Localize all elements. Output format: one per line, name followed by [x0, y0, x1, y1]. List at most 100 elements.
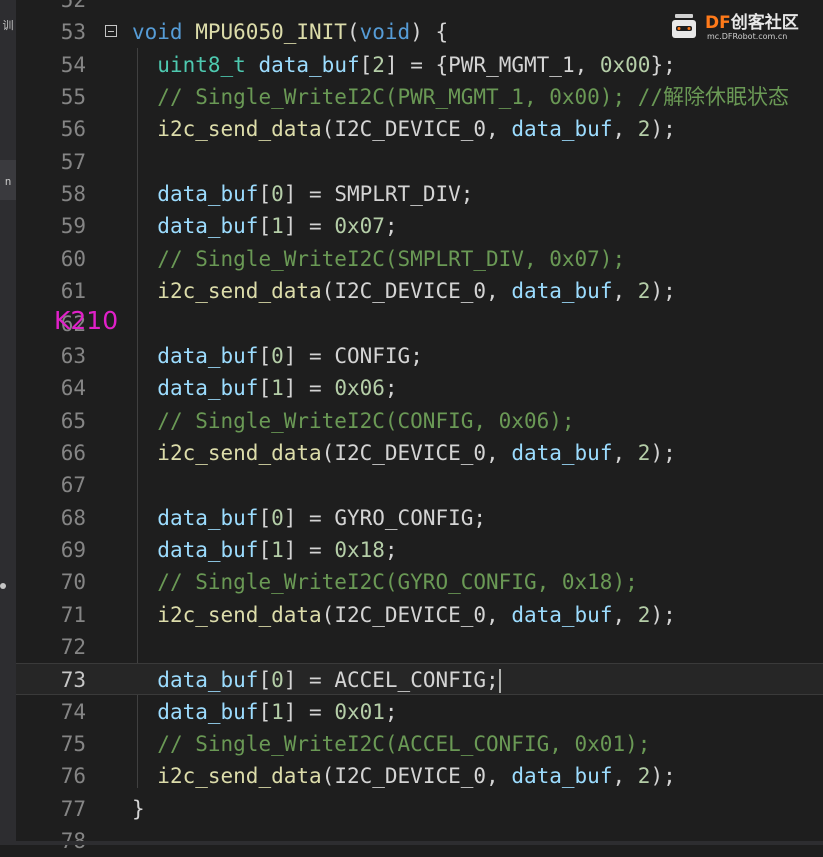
line-number: 77	[60, 796, 86, 821]
code-line[interactable]: 74 data_buf[1] = 0x01;	[16, 696, 823, 728]
code-line[interactable]: 67	[16, 469, 823, 501]
code-text: // Single_WriteI2C(GYRO_CONFIG, 0x18);	[132, 566, 638, 598]
code-line[interactable]: 75 // Single_WriteI2C(ACCEL_CONFIG, 0x01…	[16, 728, 823, 760]
code-line[interactable]: 66 i2c_send_data(I2C_DEVICE_0, data_buf,…	[16, 437, 823, 469]
code-text: // Single_WriteI2C(CONFIG, 0x06);	[132, 405, 574, 437]
code-line[interactable]: 71 i2c_send_data(I2C_DEVICE_0, data_buf,…	[16, 599, 823, 631]
code-line[interactable]: 58 data_buf[0] = SMPLRT_DIV;	[16, 178, 823, 210]
code-token: 0	[271, 343, 284, 368]
code-token: // Single_WriteI2C(SMPLRT_DIV, 0x07);	[157, 246, 626, 271]
code-text: void MPU6050_INIT(void) {	[132, 16, 448, 48]
code-token: data_buf	[511, 602, 613, 627]
code-line[interactable]: 65 // Single_WriteI2C(CONFIG, 0x06);	[16, 405, 823, 437]
code-line[interactable]: 61 i2c_send_data(I2C_DEVICE_0, data_buf,…	[16, 275, 823, 307]
code-token: data_buf	[157, 699, 259, 724]
line-number: 65	[60, 408, 86, 433]
code-line[interactable]: 54 uint8_t data_buf[2] = {PWR_MGMT_1, 0x…	[16, 49, 823, 81]
watermark-df: DF	[705, 13, 731, 33]
code-token: [	[258, 505, 272, 530]
code-token: [	[359, 52, 373, 77]
code-line[interactable]: 76 i2c_send_data(I2C_DEVICE_0, data_buf,…	[16, 760, 823, 792]
code-token: 1	[271, 376, 284, 401]
line-number: 72	[60, 635, 86, 659]
code-token: 0x07	[334, 214, 385, 239]
code-token: ] = ACCEL_CONFIG;	[283, 668, 499, 693]
code-token: // Single_WriteI2C(ACCEL_CONFIG, 0x01);	[157, 732, 651, 757]
code-token: i2c_send_data	[157, 279, 322, 304]
code-text: data_buf[1] = 0x07;	[132, 210, 397, 242]
code-token: ] = GYRO_CONFIG;	[283, 505, 487, 530]
code-line[interactable]: 69 data_buf[1] = 0x18;	[16, 534, 823, 566]
code-token: [	[258, 537, 272, 562]
code-line[interactable]: 64 data_buf[1] = 0x06;	[16, 372, 823, 404]
code-text: data_buf[1] = 0x01;	[132, 696, 397, 728]
code-line[interactable]: 55 // Single_WriteI2C(PWR_MGMT_1, 0x00);…	[16, 81, 823, 113]
line-number: 55	[60, 85, 86, 110]
code-line[interactable]: 70 // Single_WriteI2C(GYRO_CONFIG, 0x18)…	[16, 566, 823, 598]
code-token: 0	[271, 505, 284, 530]
code-token: // Single_WriteI2C(PWR_MGMT_1, 0x00); //…	[157, 85, 790, 110]
line-number: 63	[60, 343, 86, 368]
code-token: void	[359, 20, 411, 45]
code-text: // Single_WriteI2C(PWR_MGMT_1, 0x00); //…	[132, 81, 789, 113]
code-token: 0x00	[599, 52, 651, 77]
code-line[interactable]: 72	[16, 631, 823, 663]
code-token: [	[258, 214, 272, 239]
code-token: data_buf	[511, 440, 613, 465]
code-text: i2c_send_data(I2C_DEVICE_0, data_buf, 2)…	[132, 599, 675, 631]
line-number: 75	[60, 732, 86, 757]
code-text: i2c_send_data(I2C_DEVICE_0, data_buf, 2)…	[132, 760, 675, 792]
code-text: data_buf[1] = 0x18;	[132, 534, 398, 566]
code-token: ] =	[283, 214, 335, 239]
code-line[interactable]: 62	[16, 308, 823, 340]
code-line[interactable]: 68 data_buf[0] = GYRO_CONFIG;	[16, 502, 823, 534]
code-token: ) {	[410, 20, 449, 45]
code-token: ,	[612, 279, 638, 304]
code-token: void	[132, 20, 183, 45]
line-number: 66	[60, 440, 86, 465]
code-token: );	[650, 440, 676, 465]
code-line[interactable]: 59 data_buf[1] = 0x07;	[16, 210, 823, 242]
code-line[interactable]: 63 data_buf[0] = CONFIG;	[16, 340, 823, 372]
code-editor[interactable]: 52 53 void MPU6050_INIT(void) {54 uint8_t …	[16, 0, 823, 853]
code-token: data_buf	[157, 505, 259, 530]
code-token: i2c_send_data	[157, 117, 322, 142]
line-number: 71	[60, 602, 86, 627]
line-number: 52	[60, 0, 86, 12]
code-token: 2	[637, 440, 651, 465]
code-token: i2c_send_data	[157, 602, 322, 627]
code-line[interactable]: 56 i2c_send_data(I2C_DEVICE_0, data_buf,…	[16, 113, 823, 145]
code-token: data_buf	[157, 214, 259, 239]
strip-glyph-mid: n	[4, 175, 12, 188]
code-text: i2c_send_data(I2C_DEVICE_0, data_buf, 2)…	[132, 275, 675, 307]
code-line[interactable]: 57	[16, 146, 823, 178]
code-token: ,	[612, 117, 638, 142]
line-number: 53	[60, 20, 86, 45]
line-number: 69	[60, 537, 86, 562]
code-line[interactable]: 60 // Single_WriteI2C(SMPLRT_DIV, 0x07);	[16, 243, 823, 275]
code-token: i2c_send_data	[157, 764, 322, 789]
code-token: ] = {PWR_MGMT_1,	[384, 52, 600, 77]
code-token: };	[650, 52, 676, 77]
strip-glyph-top: 训	[2, 19, 14, 32]
code-token: ;	[384, 537, 398, 562]
code-token: // Single_WriteI2C(GYRO_CONFIG, 0x18);	[157, 570, 638, 595]
fold-collapse-icon[interactable]	[105, 25, 117, 38]
code-token: (	[346, 20, 360, 45]
code-token: 2	[637, 279, 651, 304]
code-line[interactable]: 73 data_buf[0] = ACCEL_CONFIG;	[16, 663, 823, 696]
line-number: 64	[60, 376, 86, 401]
code-token: ] =	[283, 376, 335, 401]
code-token: 0x01	[334, 699, 385, 724]
code-token: [	[258, 182, 272, 207]
text-cursor	[498, 669, 501, 694]
code-line[interactable]: 77}	[16, 793, 823, 825]
